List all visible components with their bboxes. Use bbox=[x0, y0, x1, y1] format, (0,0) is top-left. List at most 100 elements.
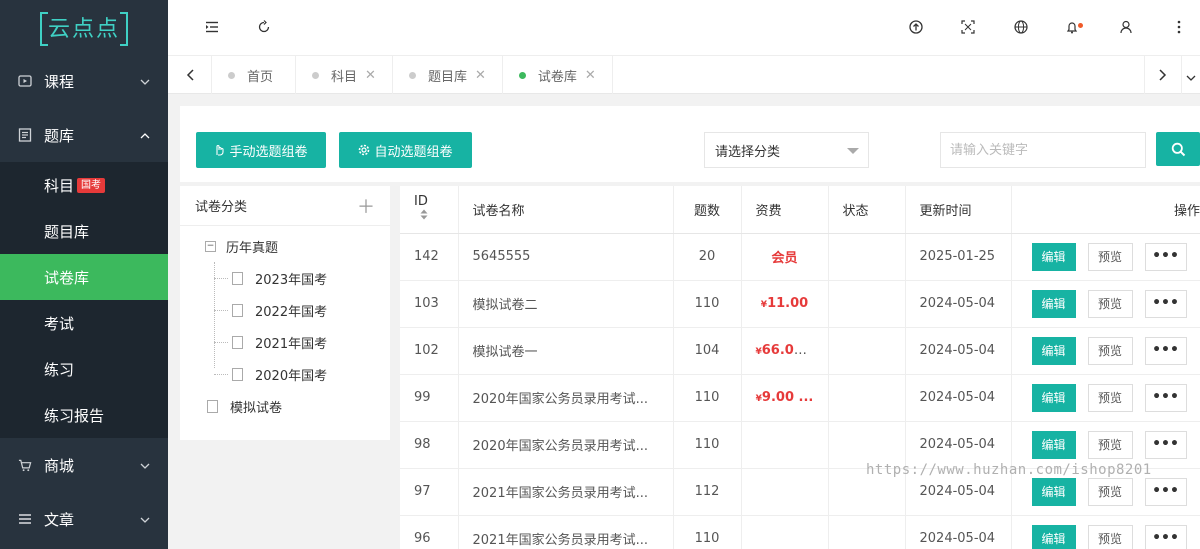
cell-id: 103 bbox=[400, 280, 459, 328]
edit-button[interactable]: 编辑 bbox=[1031, 383, 1076, 412]
status-badge: 国考 bbox=[77, 177, 106, 193]
cell-count: 110 bbox=[673, 280, 742, 328]
add-icon[interactable]: ＋ bbox=[357, 193, 375, 219]
preview-button[interactable]: 预览 bbox=[1087, 336, 1133, 365]
sidebar-item-subjects[interactable]: 科目 国考 bbox=[0, 162, 168, 208]
close-icon[interactable]: ✕ bbox=[585, 68, 596, 83]
globe-icon[interactable] bbox=[1008, 14, 1034, 40]
tree-node-label: 2020年国考 bbox=[255, 368, 328, 384]
sidebar-group-courses[interactable]: 课程 bbox=[0, 54, 168, 108]
preview-button[interactable]: 预览 bbox=[1087, 430, 1133, 459]
user-icon[interactable] bbox=[1113, 14, 1139, 40]
column-header-count: 题数 bbox=[673, 186, 742, 234]
close-icon[interactable]: ✕ bbox=[365, 68, 376, 83]
tree-node-2023[interactable]: 2023年国考 bbox=[180, 262, 390, 294]
menu-fold-icon[interactable] bbox=[199, 14, 225, 40]
file-icon bbox=[232, 271, 243, 285]
edit-button[interactable]: 编辑 bbox=[1031, 524, 1076, 549]
edit-button[interactable]: 编辑 bbox=[1031, 289, 1076, 318]
cell-updated: 2024-05-04 bbox=[905, 280, 1012, 328]
cell-updated: 2024-05-04 bbox=[905, 515, 1012, 549]
sidebar-group-articles[interactable]: 文章 bbox=[0, 492, 168, 546]
cell-status bbox=[828, 233, 906, 281]
tab-dot bbox=[408, 71, 416, 79]
cell-fee: ¥11.00 bbox=[741, 280, 829, 328]
cell-fee: ¥66.00... bbox=[741, 327, 829, 375]
sidebar-item-question-library[interactable]: 题目库 bbox=[0, 208, 168, 254]
sidebar-item-paper-library[interactable]: 试卷库 bbox=[0, 254, 168, 300]
tree-node-2021[interactable]: 2021年国考 bbox=[180, 326, 390, 358]
column-header-fee: 资费 bbox=[741, 186, 829, 234]
refresh-icon[interactable] bbox=[251, 14, 277, 40]
sidebar-item-practice[interactable]: 练习 bbox=[0, 346, 168, 392]
edit-button[interactable]: 编辑 bbox=[1031, 477, 1076, 506]
sidebar-item-exam[interactable]: 考试 bbox=[0, 300, 168, 346]
sidebar-group-label: 课程 bbox=[44, 72, 75, 91]
more-button[interactable]: ••• bbox=[1144, 336, 1187, 365]
cell-fee bbox=[741, 468, 829, 516]
tab-paper-library[interactable]: 试卷库 ✕ bbox=[503, 56, 613, 94]
more-vertical-icon[interactable] bbox=[1166, 14, 1192, 40]
more-button[interactable]: ••• bbox=[1144, 383, 1187, 412]
tab-scroll-right[interactable] bbox=[1144, 56, 1182, 94]
tab-dot bbox=[228, 71, 235, 79]
more-button[interactable]: ••• bbox=[1144, 289, 1187, 318]
cell-updated: 2024-05-04 bbox=[905, 374, 1012, 422]
search-button[interactable] bbox=[1156, 132, 1200, 166]
sidebar-group-question-bank[interactable]: 题库 bbox=[0, 108, 168, 162]
collapse-icon[interactable]: − bbox=[205, 240, 216, 252]
preview-button[interactable]: 预览 bbox=[1087, 477, 1133, 506]
sidebar-item-practice-report[interactable]: 练习报告 bbox=[0, 392, 168, 438]
video-icon bbox=[18, 75, 32, 87]
column-header-updated: 更新时间 bbox=[905, 186, 1012, 234]
bell-icon[interactable] bbox=[1061, 14, 1087, 40]
tab-label: 题目库 bbox=[427, 69, 467, 85]
more-button[interactable]: ••• bbox=[1144, 477, 1187, 506]
cell-count: 110 bbox=[673, 515, 742, 549]
more-button[interactable]: ••• bbox=[1144, 524, 1187, 549]
tab-subjects[interactable]: 科目 ✕ bbox=[296, 56, 393, 94]
more-button[interactable]: ••• bbox=[1144, 430, 1187, 459]
manual-compose-button[interactable]: 手动选题组卷 bbox=[196, 132, 326, 168]
column-header-id[interactable]: ID bbox=[400, 186, 459, 234]
search-input[interactable] bbox=[940, 132, 1146, 168]
more-button[interactable]: ••• bbox=[1144, 242, 1187, 271]
tab-home[interactable]: 首页 bbox=[212, 56, 297, 94]
sidebar-item-label: 试卷库 bbox=[44, 268, 90, 287]
category-select[interactable]: 请选择分类 bbox=[704, 132, 869, 168]
chevron-down-icon bbox=[140, 75, 150, 88]
cell-fee bbox=[741, 515, 829, 549]
table-row: 102 模拟试卷一 104 ¥66.00... 2024-05-04 编辑 预览 ••• bbox=[400, 327, 1200, 375]
edit-button[interactable]: 编辑 bbox=[1031, 430, 1076, 459]
fullscreen-icon[interactable] bbox=[955, 14, 981, 40]
tab-dropdown[interactable] bbox=[1182, 56, 1200, 94]
sidebar-item-label: 题目库 bbox=[44, 222, 90, 241]
sidebar-submenu: 科目 国考 题目库 试卷库 考试 练习 练习报告 bbox=[0, 162, 168, 438]
logo[interactable]: 云点点 bbox=[0, 0, 168, 54]
cell-updated: 2024-05-04 bbox=[905, 421, 1012, 469]
tree-node-2022[interactable]: 2022年国考 bbox=[180, 294, 390, 326]
tree-node-label: 模拟试卷 bbox=[230, 400, 283, 416]
chevron-left-icon bbox=[186, 66, 194, 85]
cell-status bbox=[828, 280, 906, 328]
edit-button[interactable]: 编辑 bbox=[1031, 242, 1076, 271]
tree-node-2020[interactable]: 2020年国考 bbox=[180, 358, 390, 390]
close-icon[interactable]: ✕ bbox=[475, 68, 486, 83]
preview-button[interactable]: 预览 bbox=[1087, 242, 1133, 271]
auto-compose-button[interactable]: 自动选题组卷 bbox=[339, 132, 472, 168]
tree-node-mock[interactable]: 模拟试卷 bbox=[180, 390, 390, 422]
tab-question-library[interactable]: 题目库 ✕ bbox=[393, 56, 503, 94]
column-header-status: 状态 bbox=[828, 186, 906, 234]
tree-node-root[interactable]: − 历年真题 bbox=[180, 230, 390, 262]
preview-button[interactable]: 预览 bbox=[1087, 289, 1133, 318]
upload-icon[interactable] bbox=[903, 14, 929, 40]
cell-count: 104 bbox=[673, 327, 742, 375]
preview-button[interactable]: 预览 bbox=[1087, 383, 1133, 412]
edit-button[interactable]: 编辑 bbox=[1031, 336, 1076, 365]
sidebar-group-shop[interactable]: 商城 bbox=[0, 438, 168, 492]
preview-button[interactable]: 预览 bbox=[1087, 524, 1133, 549]
cell-fee: ¥9.00 ... bbox=[741, 374, 829, 422]
tab-scroll-left[interactable] bbox=[168, 56, 212, 94]
sort-icon[interactable] bbox=[420, 209, 428, 224]
tree-connector bbox=[214, 374, 228, 375]
